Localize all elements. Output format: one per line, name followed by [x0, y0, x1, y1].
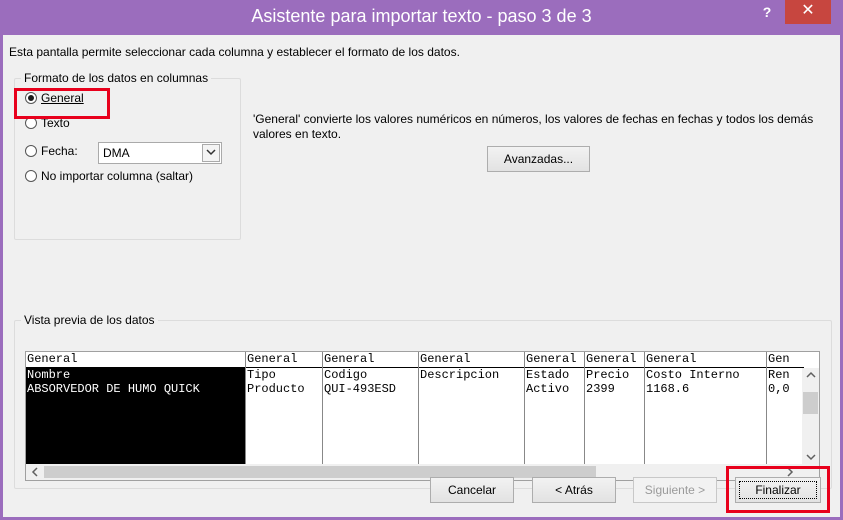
preview-cell: Precio: [586, 368, 630, 382]
preview-column[interactable]: Gen Ren 0,0: [767, 352, 804, 466]
preview-column-header[interactable]: General: [246, 352, 322, 368]
finish-highlight-box: [726, 466, 830, 513]
preview-cell: Codigo: [324, 368, 368, 382]
preview-cell: Nombre: [27, 368, 71, 382]
close-button[interactable]: ✕: [785, 0, 831, 24]
preview-cell: Activo: [526, 382, 570, 396]
date-format-select[interactable]: DMA: [98, 142, 222, 164]
preview-column-header[interactable]: General: [585, 352, 644, 368]
preview-cell: 1168.6: [646, 382, 690, 396]
preview-cell: Estado: [526, 368, 570, 382]
chevron-down-icon[interactable]: [202, 144, 220, 162]
radio-date[interactable]: Fecha:: [25, 142, 78, 160]
general-highlight-box: [14, 88, 110, 119]
preview-cell: 0,0: [768, 382, 790, 396]
back-button[interactable]: < Atrás: [532, 477, 616, 503]
preview-cell: Ren: [768, 368, 790, 382]
preview-cell: Costo Interno: [646, 368, 740, 382]
preview-column-header[interactable]: General: [525, 352, 584, 368]
vertical-scroll-thumb[interactable]: [803, 392, 818, 414]
scroll-up-icon[interactable]: [806, 370, 816, 382]
advanced-button[interactable]: Avanzadas...: [487, 146, 590, 172]
preview-column[interactable]: General Tipo Producto: [246, 352, 323, 466]
radio-skip-column-label: No importar columna (saltar): [41, 169, 194, 183]
preview-cell: QUI-493ESD: [324, 382, 397, 396]
preview-cell: 2399: [586, 382, 615, 396]
preview-column-header[interactable]: Gen: [767, 352, 804, 368]
preview-column-header[interactable]: General: [645, 352, 766, 368]
preview-column[interactable]: General Codigo QUI-493ESD: [323, 352, 419, 466]
help-button[interactable]: ?: [755, 4, 779, 26]
preview-column[interactable]: General Estado Activo: [525, 352, 585, 466]
preview-cell: Descripcion: [420, 368, 500, 382]
data-preview-legend: Vista previa de los datos: [21, 313, 158, 327]
preview-column-header[interactable]: General: [419, 352, 524, 368]
scroll-down-icon[interactable]: [806, 452, 816, 464]
next-button[interactable]: Siguiente >: [633, 477, 717, 503]
preview-column[interactable]: General Costo Interno 1168.6: [645, 352, 767, 466]
radio-skip-column-circle[interactable]: [25, 170, 37, 182]
preview-cell: Producto: [247, 382, 305, 396]
preview-column[interactable]: General Precio 2399: [585, 352, 645, 466]
import-wizard-window: Asistente para importar texto - paso 3 d…: [0, 0, 843, 520]
title-bar: Asistente para importar texto - paso 3 d…: [0, 0, 843, 34]
preview-column[interactable]: General Descripcion: [419, 352, 525, 466]
vertical-scrollbar[interactable]: [802, 368, 819, 466]
radio-date-label: Fecha:: [41, 144, 78, 158]
preview-cell: Tipo: [247, 368, 276, 382]
dialog-body: Esta pantalla permite seleccionar cada c…: [3, 35, 840, 517]
data-preview-group: Vista previa de los datos General Nombre…: [14, 313, 832, 489]
preview-column-header[interactable]: General: [323, 352, 418, 368]
preview-column-header[interactable]: General: [26, 352, 245, 368]
format-info-text: 'General' convierte los valores numérico…: [253, 112, 814, 141]
preview-cell: ABSORVEDOR DE HUMO QUICK: [27, 382, 200, 396]
date-format-value: DMA: [103, 146, 130, 160]
preview-column[interactable]: General Nombre ABSORVEDOR DE HUMO QUICK: [26, 352, 246, 466]
cancel-button[interactable]: Cancelar: [430, 477, 514, 503]
radio-date-circle[interactable]: [25, 145, 37, 157]
radio-skip-column[interactable]: No importar columna (saltar): [25, 167, 193, 185]
window-title: Asistente para importar texto - paso 3 d…: [251, 6, 592, 26]
wizard-description: Esta pantalla permite seleccionar cada c…: [9, 45, 460, 59]
column-format-legend: Formato de los datos en columnas: [21, 71, 212, 85]
data-preview-grid[interactable]: General Nombre ABSORVEDOR DE HUMO QUICK …: [25, 351, 820, 481]
scroll-left-icon[interactable]: [31, 467, 39, 480]
